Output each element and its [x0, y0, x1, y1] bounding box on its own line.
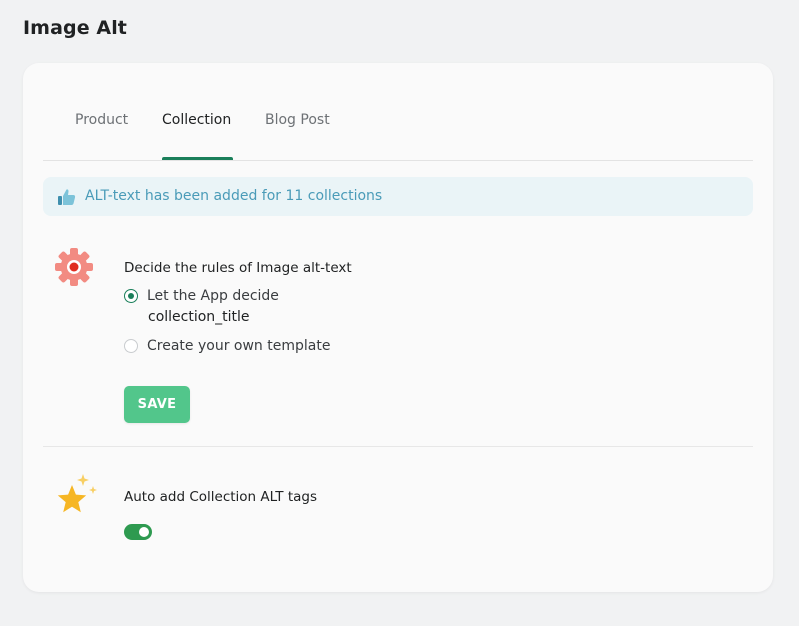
option-app-decide[interactable]: Let the App decide [124, 287, 279, 305]
tab-product[interactable]: Product [75, 112, 128, 128]
tab-collection[interactable]: Collection [162, 112, 231, 128]
radio-app-decide[interactable] [124, 289, 138, 303]
section-divider [43, 446, 753, 447]
thumbs-up-icon [57, 187, 77, 211]
toggle-knob [139, 527, 149, 537]
info-banner: ALT-text has been added for 11 collectio… [43, 177, 753, 216]
page-title: Image Alt [23, 17, 127, 39]
rules-title: Decide the rules of Image alt-text [124, 260, 352, 276]
template-value: collection_title [148, 309, 250, 325]
option-app-decide-label: Let the App decide [147, 288, 279, 304]
tab-blog-post[interactable]: Blog Post [265, 112, 330, 128]
active-tab-indicator [162, 157, 233, 160]
option-own-template[interactable]: Create your own template [124, 337, 330, 355]
tab-bar: Product Collection Blog Post [43, 63, 753, 161]
auto-tags-toggle[interactable] [124, 524, 152, 540]
gear-icon [54, 247, 94, 291]
radio-own-template[interactable] [124, 339, 138, 353]
sparkle-star-icon [53, 473, 101, 523]
save-button[interactable]: SAVE [124, 386, 190, 423]
option-own-template-label: Create your own template [147, 338, 331, 354]
banner-text: ALT-text has been added for 11 collectio… [85, 188, 383, 204]
settings-card: Product Collection Blog Post ALT-text ha… [23, 63, 773, 592]
auto-tags-title: Auto add Collection ALT tags [124, 489, 318, 505]
